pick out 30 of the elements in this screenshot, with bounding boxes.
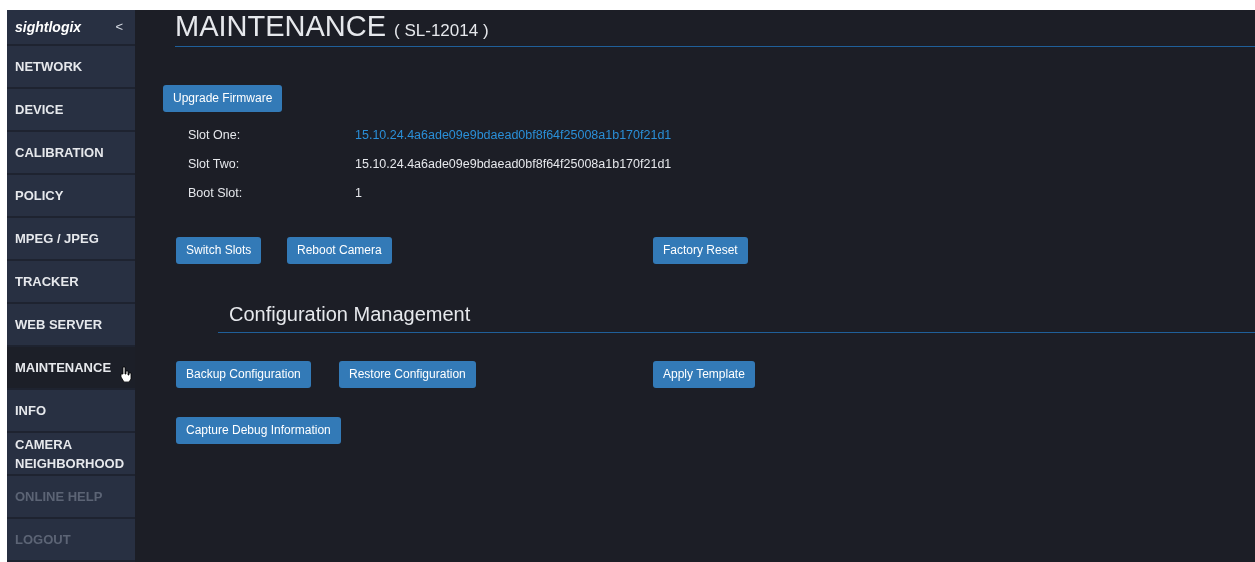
- action-button[interactable]: Reboot Camera: [287, 236, 392, 264]
- action-button[interactable]: Backup Configuration: [176, 360, 311, 388]
- version-link[interactable]: 15.10.24.4a6ade09e9bdaead0bf8f64f25008a1b170f21d1: [355, 125, 672, 145]
- sidebar-item[interactable]: CAMERA NEIGHBORHOOD: [7, 433, 135, 474]
- capture-debug-button[interactable]: Capture Debug Information: [176, 416, 341, 444]
- upgrade-firmware-button[interactable]: Upgrade Firmware: [163, 84, 283, 112]
- sidebar-item[interactable]: DEVICE: [7, 89, 135, 130]
- field-value: 1: [355, 184, 362, 202]
- sidebar-item[interactable]: POLICY: [7, 175, 135, 216]
- action-button[interactable]: Switch Slots: [176, 236, 262, 264]
- device-id: ( SL-12014 ): [394, 20, 489, 42]
- sidebar-item[interactable]: MPEG / JPEG: [7, 218, 135, 259]
- action-button[interactable]: Restore Configuration: [339, 360, 476, 388]
- sidebar-item[interactable]: MAINTENANCE: [7, 347, 135, 388]
- collapse-button[interactable]: <: [111, 17, 127, 37]
- action-button[interactable]: Apply Template: [653, 360, 755, 388]
- section-title: Configuration Management: [229, 302, 471, 325]
- sidebar-item[interactable]: NETWORK: [7, 46, 135, 87]
- logo: sightlogix: [15, 17, 82, 37]
- action-button[interactable]: Factory Reset: [653, 236, 748, 264]
- sidebar-item[interactable]: INFO: [7, 390, 135, 431]
- sidebar-item[interactable]: TRACKER: [7, 261, 135, 302]
- sidebar-item[interactable]: CALIBRATION: [7, 132, 135, 173]
- field-label: Slot Two:: [188, 155, 241, 173]
- field-label: Slot One:: [188, 126, 242, 144]
- sidebar-item[interactable]: WEB SERVER: [7, 304, 135, 345]
- field-value: 15.10.24.4a6ade09e9bdaead0bf8f64f25008a1b170f21d1: [355, 155, 672, 173]
- hand-cursor-icon: [120, 366, 132, 382]
- page-title: MAINTENANCE: [175, 10, 387, 42]
- field-label: Boot Slot:: [188, 184, 244, 202]
